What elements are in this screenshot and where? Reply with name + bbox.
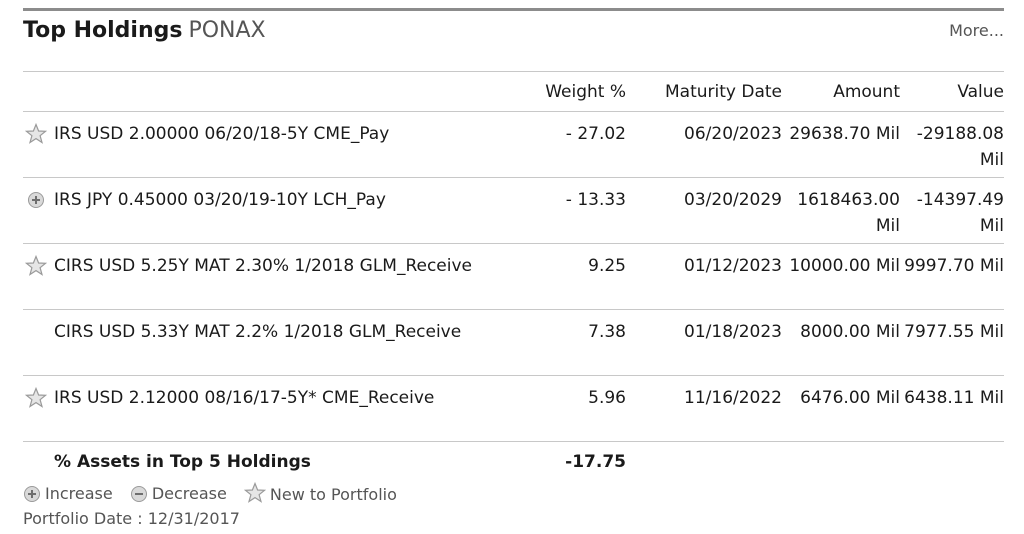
legend: Increase Decrease New to Portfolio: [23, 481, 409, 504]
title-text: Top Holdings: [23, 18, 183, 43]
legend-decrease: Decrease: [130, 484, 227, 503]
total-empty-value: [900, 442, 1004, 480]
maturity-column-header[interactable]: Maturity Date: [626, 71, 782, 112]
total-empty-amount: [782, 442, 900, 480]
total-icon-cell: [23, 442, 54, 480]
portfolio-date: Portfolio Date : 12/31/2017: [23, 509, 240, 528]
plus-circle-icon: [28, 192, 44, 208]
holding-name[interactable]: IRS JPY 0.45000 03/20/19-10Y LCH_Pay: [54, 177, 494, 244]
holdings-body: IRS USD 2.00000 06/20/18-5Y CME_Pay - 27.…: [23, 111, 1004, 480]
more-link[interactable]: More...: [949, 21, 1004, 40]
holding-name[interactable]: CIRS USD 5.33Y MAT 2.2% 1/2018 GLM_Recei…: [54, 309, 494, 376]
plus-circle-icon: [24, 485, 40, 502]
legend-new-label: New to Portfolio: [269, 485, 397, 504]
holding-amount: 1618463.00 Mil: [782, 177, 900, 244]
star-icon: [25, 387, 47, 408]
table-header-row: Weight % Maturity Date Amount Value: [23, 71, 1004, 112]
table-row: IRS USD 2.00000 06/20/18-5Y CME_Pay - 27.…: [23, 111, 1004, 178]
row-icon-cell: [23, 111, 54, 178]
legend-increase: Increase: [23, 484, 113, 503]
table-row: IRS JPY 0.45000 03/20/19-10Y LCH_Pay - 13…: [23, 177, 1004, 244]
holding-amount: 29638.70 Mil: [782, 111, 900, 178]
table-row: CIRS USD 5.25Y MAT 2.30% 1/2018 GLM_Rece…: [23, 243, 1004, 310]
holding-maturity: 01/12/2023: [626, 243, 782, 310]
minus-circle-icon: [130, 485, 147, 502]
total-empty-maturity: [626, 442, 782, 480]
holding-weight: 9.25: [494, 243, 626, 310]
holding-name[interactable]: IRS USD 2.12000 08/16/17-5Y* CME_Receive: [54, 375, 494, 442]
holding-weight: 5.96: [494, 375, 626, 442]
total-row: % Assets in Top 5 Holdings -17.75: [23, 442, 1004, 480]
holding-value: 7977.55 Mil: [900, 309, 1004, 376]
holding-value: 6438.11 Mil: [900, 375, 1004, 442]
row-icon-cell: [23, 177, 54, 244]
row-icon-cell: [23, 375, 54, 442]
section-header: Top Holdings PONAX More...: [23, 18, 1004, 52]
legend-increase-label: Increase: [45, 483, 113, 503]
section-title: Top Holdings PONAX: [23, 18, 266, 43]
holding-value: -14397.49 Mil: [900, 177, 1004, 244]
holding-amount: 10000.00 Mil: [782, 243, 900, 310]
name-column-header: [54, 71, 494, 112]
icon-column-header: [23, 71, 54, 112]
legend-new: New to Portfolio: [243, 481, 397, 504]
holding-amount: 8000.00 Mil: [782, 309, 900, 376]
weight-column-header[interactable]: Weight %: [494, 71, 626, 112]
value-column-header[interactable]: Value: [900, 71, 1004, 112]
star-icon: [25, 123, 47, 144]
row-icon-cell: [23, 309, 54, 376]
holdings-table: Weight % Maturity Date Amount Value IRS …: [23, 71, 1004, 480]
total-weight: -17.75: [565, 452, 626, 472]
holding-name[interactable]: IRS USD 2.00000 06/20/18-5Y CME_Pay: [54, 111, 494, 178]
amount-column-header[interactable]: Amount: [782, 71, 900, 112]
holding-maturity: 03/20/2029: [626, 177, 782, 244]
holding-maturity: 01/18/2023: [626, 309, 782, 376]
legend-decrease-label: Decrease: [151, 483, 227, 503]
top-rule: [23, 8, 1004, 11]
fund-ticker: PONAX: [188, 18, 266, 43]
holding-name[interactable]: CIRS USD 5.25Y MAT 2.30% 1/2018 GLM_Rece…: [54, 243, 494, 310]
holding-amount: 6476.00 Mil: [782, 375, 900, 442]
holding-value: 9997.70 Mil: [900, 243, 1004, 310]
holding-maturity: 06/20/2023: [626, 111, 782, 178]
total-label: % Assets in Top 5 Holdings: [54, 452, 311, 472]
star-icon: [25, 255, 47, 276]
holding-weight: - 27.02: [494, 111, 626, 178]
holding-weight: - 13.33: [494, 177, 626, 244]
holding-maturity: 11/16/2022: [626, 375, 782, 442]
table-row: CIRS USD 5.33Y MAT 2.2% 1/2018 GLM_Recei…: [23, 309, 1004, 376]
holding-weight: 7.38: [494, 309, 626, 376]
holding-value: -29188.08 Mil: [900, 111, 1004, 178]
table-row: IRS USD 2.12000 08/16/17-5Y* CME_Receive…: [23, 375, 1004, 442]
star-icon: [243, 481, 267, 503]
row-icon-cell: [23, 243, 54, 310]
